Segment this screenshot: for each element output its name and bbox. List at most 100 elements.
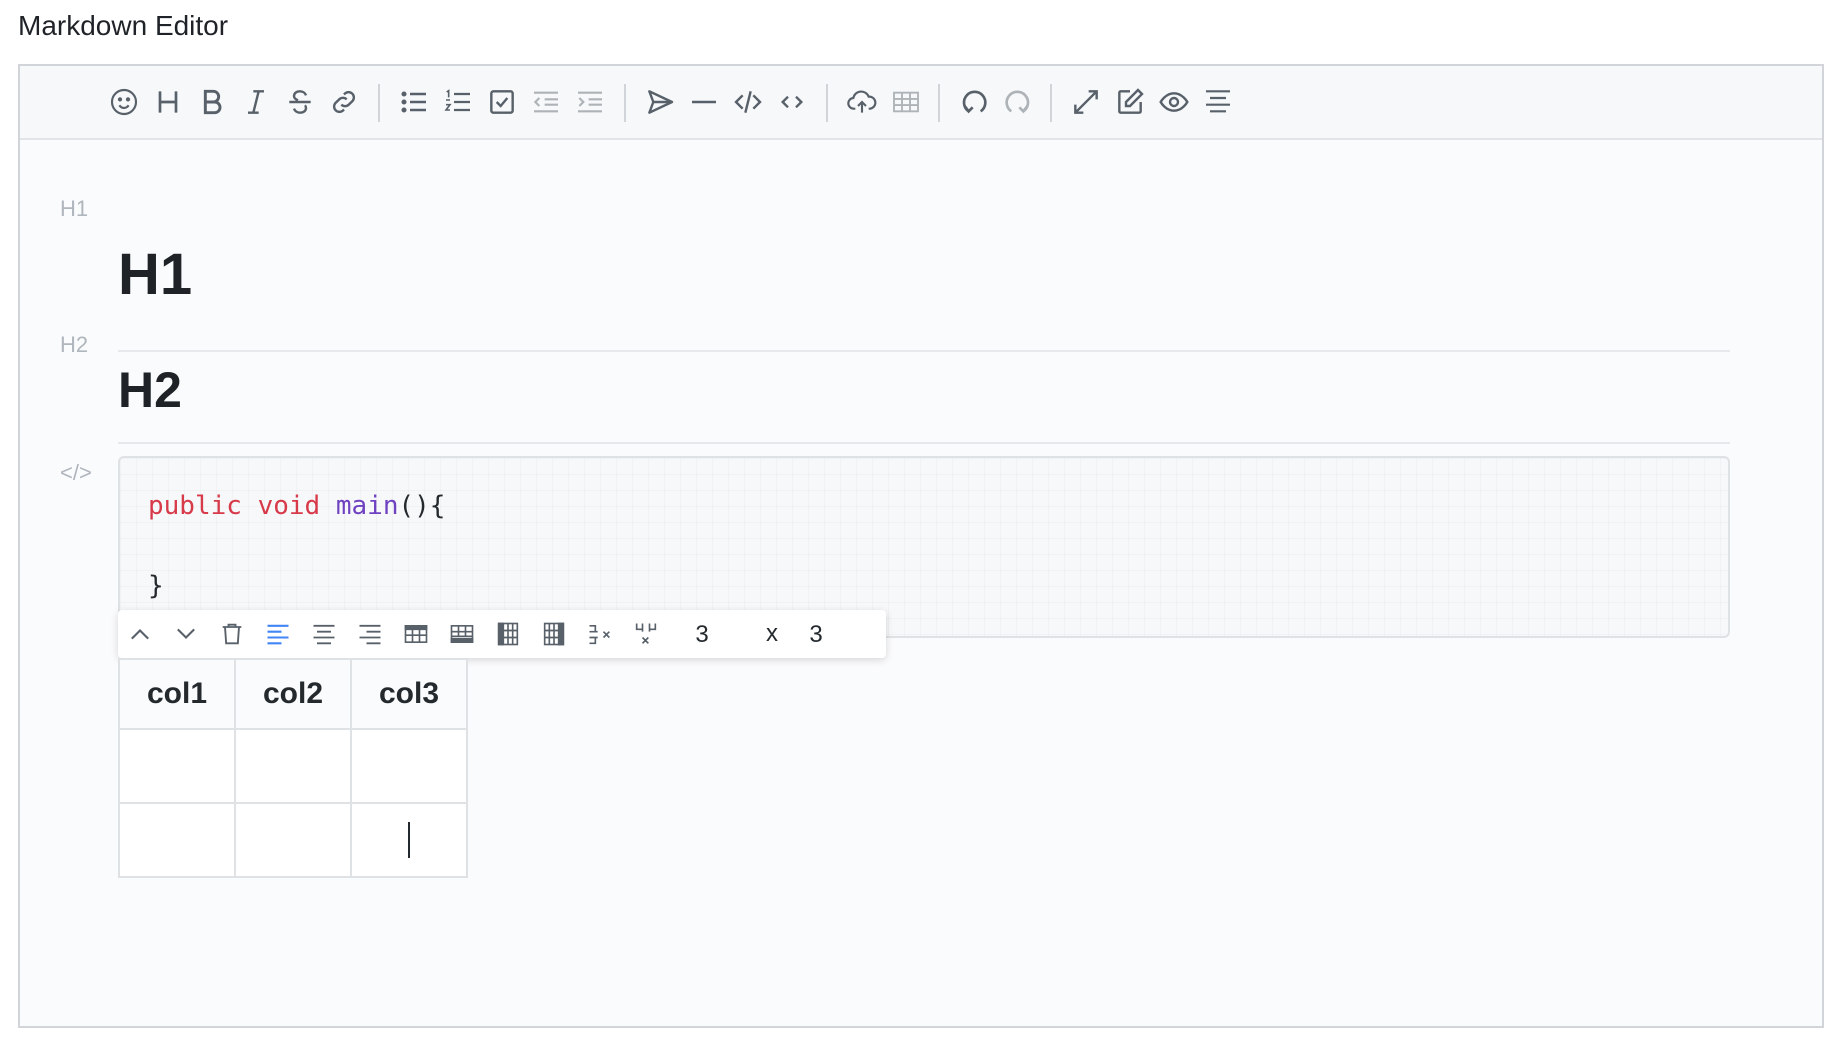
heading-button[interactable] xyxy=(146,80,190,124)
page-title: Markdown Editor xyxy=(18,10,229,41)
align-left-icon xyxy=(267,624,289,645)
table-cell[interactable] xyxy=(234,728,352,804)
align-left-button[interactable] xyxy=(260,616,296,652)
outline-button[interactable] xyxy=(1196,80,1240,124)
toolbar-separator xyxy=(1050,84,1052,122)
code-marker: </> xyxy=(60,460,92,485)
code-block-button[interactable] xyxy=(726,80,770,124)
h1-marker: H1 xyxy=(60,196,89,221)
insert-column-left-icon xyxy=(497,622,519,646)
text-caret xyxy=(408,822,410,859)
undo-button[interactable] xyxy=(952,80,996,124)
quote-button[interactable] xyxy=(638,80,682,124)
heading-2[interactable]: H2 xyxy=(118,360,1730,444)
code-function: main xyxy=(335,491,399,521)
insert-column-left-button[interactable] xyxy=(490,616,526,652)
emoji-button[interactable] xyxy=(102,80,146,124)
fullscreen-icon xyxy=(1074,90,1098,114)
italic-icon xyxy=(248,90,264,114)
upload-icon xyxy=(847,90,877,113)
delete-table-button[interactable] xyxy=(214,616,250,652)
inline-code-button[interactable] xyxy=(770,80,814,124)
indent-button[interactable] xyxy=(568,80,612,124)
code-line: public void main(){ xyxy=(148,486,1728,526)
table-row xyxy=(118,728,468,804)
preview-button[interactable] xyxy=(1152,80,1196,124)
fullscreen-button[interactable] xyxy=(1064,80,1108,124)
table-header-cell[interactable]: col1 xyxy=(118,658,236,730)
editor-toolbar xyxy=(20,66,1822,140)
trash-icon xyxy=(222,623,242,645)
bullet-list-button[interactable] xyxy=(392,80,436,124)
code-punct: (){ xyxy=(398,491,446,521)
redo-icon xyxy=(1005,90,1030,114)
edit-mode-button[interactable] xyxy=(1108,80,1152,124)
outdent-icon xyxy=(533,91,558,113)
align-right-button[interactable] xyxy=(352,616,388,652)
table-size-separator: x xyxy=(766,620,778,647)
insert-row-below-icon xyxy=(450,625,474,643)
insert-column-right-button[interactable] xyxy=(536,616,572,652)
italic-button[interactable] xyxy=(234,80,278,124)
move-row-up-button[interactable] xyxy=(122,616,158,652)
table-toolbar: x xyxy=(118,610,886,658)
h2-marker: H2 xyxy=(60,332,89,357)
code-keyword: public xyxy=(148,491,242,521)
edit-mode-icon xyxy=(1118,88,1144,114)
table-cell[interactable] xyxy=(234,802,352,878)
checklist-button[interactable] xyxy=(480,80,524,124)
ordered-list-button[interactable] xyxy=(436,80,480,124)
chevron-down-icon xyxy=(177,628,195,639)
checklist-icon xyxy=(490,90,514,114)
align-center-button[interactable] xyxy=(306,616,342,652)
table-header-cell[interactable]: col2 xyxy=(234,658,352,730)
table-cell[interactable] xyxy=(118,728,236,804)
bullet-list-icon xyxy=(401,91,426,113)
link-button[interactable] xyxy=(322,80,366,124)
table-icon xyxy=(893,91,919,113)
align-center-icon xyxy=(313,624,335,645)
move-row-down-button[interactable] xyxy=(168,616,204,652)
outdent-button[interactable] xyxy=(524,80,568,124)
table-cell-active[interactable] xyxy=(350,802,468,878)
heading-icon xyxy=(158,91,178,113)
code-line: } xyxy=(148,571,164,601)
horizontal-rule-icon xyxy=(692,100,716,104)
table-header-cell[interactable]: col3 xyxy=(350,658,468,730)
insert-row-above-icon xyxy=(404,625,428,643)
strikethrough-button[interactable] xyxy=(278,80,322,124)
redo-button[interactable] xyxy=(996,80,1040,124)
indent-icon xyxy=(578,91,602,113)
insert-row-below-button[interactable] xyxy=(444,616,480,652)
link-icon xyxy=(332,90,356,114)
delete-column-button[interactable] xyxy=(628,616,664,652)
toolbar-separator xyxy=(826,84,828,122)
preview-icon xyxy=(1159,92,1189,112)
table-button[interactable] xyxy=(884,80,928,124)
markdown-table: col1 col2 col3 xyxy=(118,658,468,878)
bold-button[interactable] xyxy=(190,80,234,124)
editor-content[interactable]: H1 H1 H2 H2 </> public void main(){ } 3 … xyxy=(20,140,1822,1026)
markdown-editor: H1 H1 H2 H2 </> public void main(){ } 3 … xyxy=(18,64,1824,1028)
bold-icon xyxy=(203,89,222,115)
outline-icon xyxy=(1206,90,1230,113)
strikethrough-icon xyxy=(289,90,311,114)
ordered-list-icon xyxy=(444,89,470,112)
table-cols-input[interactable] xyxy=(794,618,838,652)
inline-code-icon xyxy=(780,95,804,109)
code-block-icon xyxy=(734,91,762,113)
heading-1[interactable]: H1 xyxy=(118,240,1730,352)
quote-icon xyxy=(648,90,674,114)
table-cell[interactable] xyxy=(350,728,468,804)
delete-column-icon xyxy=(635,623,657,644)
toolbar-separator xyxy=(378,84,380,122)
table-rows-input[interactable] xyxy=(680,618,724,652)
insert-row-above-button[interactable] xyxy=(398,616,434,652)
upload-button[interactable] xyxy=(840,80,884,124)
toolbar-separator xyxy=(938,84,940,122)
horizontal-rule-button[interactable] xyxy=(682,80,726,124)
delete-row-button[interactable] xyxy=(582,616,618,652)
emoji-icon xyxy=(110,88,138,116)
table-cell[interactable] xyxy=(118,802,236,878)
